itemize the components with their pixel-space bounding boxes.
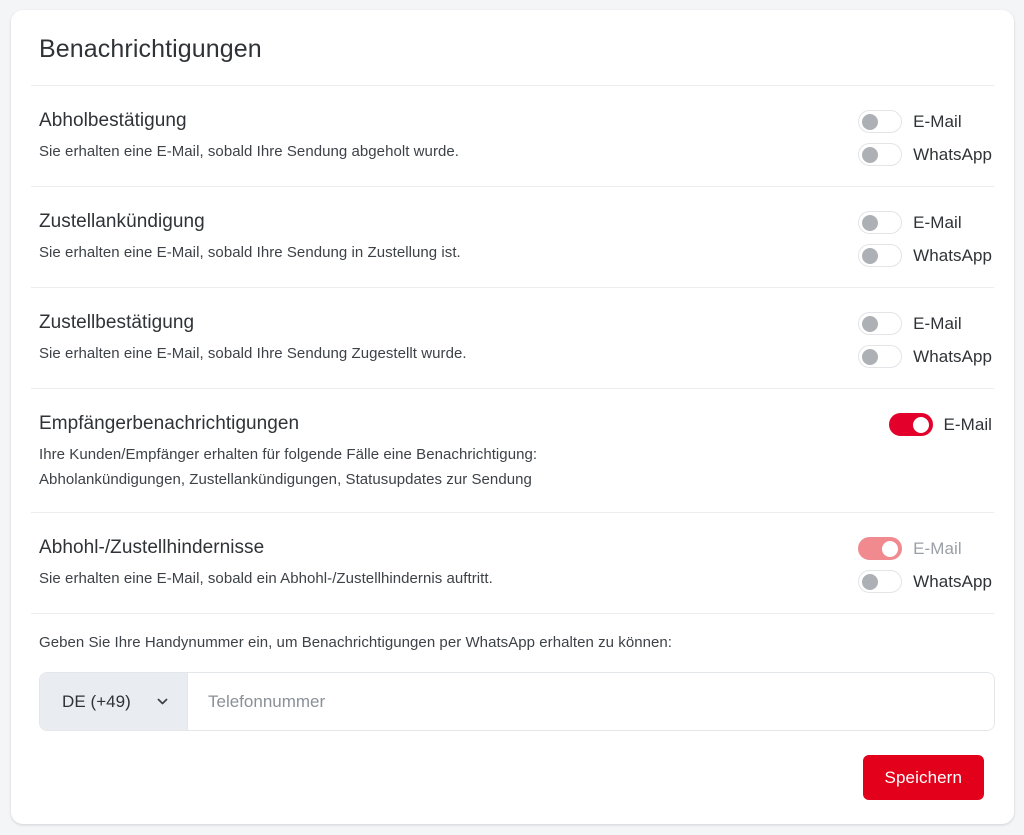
country-code-select[interactable]: DE (+49) — [40, 673, 188, 730]
notification-controls: E-Mail WhatsApp — [858, 309, 994, 368]
toggle-label-email: E-Mail — [913, 314, 962, 333]
toggle-label-whatsapp: WhatsApp — [913, 145, 992, 164]
notifications-card: Benachrichtigungen Abholbestätigung Sie … — [11, 10, 1014, 824]
card-footer: Speichern — [39, 731, 994, 800]
toggle-whatsapp[interactable] — [858, 244, 903, 267]
notification-description: Sie erhalten eine E-Mail, sobald ein Abh… — [39, 570, 493, 587]
notification-description-secondary: Abholankündigungen, Zustellankündigungen… — [39, 471, 532, 488]
toggle-whatsapp[interactable] — [858, 570, 903, 593]
notification-row-abholbestaetigung: Abholbestätigung Sie erhalten eine E-Mai… — [31, 86, 994, 186]
toggle-control-email: E-Mail — [858, 110, 962, 133]
toggle-label-whatsapp: WhatsApp — [913, 246, 992, 265]
toggle-control-email: E-Mail — [888, 413, 992, 436]
toggle-control-whatsapp: WhatsApp — [858, 244, 992, 267]
notification-description: Sie erhalten eine E-Mail, sobald Ihre Se… — [39, 244, 461, 261]
toggle-knob — [862, 247, 879, 264]
toggle-knob — [912, 416, 929, 433]
row-text-block: Zustellankündigung Sie erhalten eine E-M… — [39, 208, 461, 265]
notification-title: Zustellbestätigung — [39, 312, 195, 333]
toggle-label-email: E-Mail — [913, 539, 962, 558]
toggle-label-email: E-Mail — [913, 213, 962, 232]
toggle-label-email: E-Mail — [943, 415, 992, 434]
phone-field-group: DE (+49) — [39, 672, 995, 731]
row-text-block: Empfängerbenachrichtigungen Ihre Kunden/… — [39, 410, 537, 492]
notification-title: Abholbestätigung — [39, 110, 187, 131]
toggle-knob — [862, 315, 879, 332]
toggle-whatsapp[interactable] — [858, 143, 903, 166]
row-text-block: Abhohl-/Zustellhindernisse Sie erhalten … — [39, 534, 493, 591]
toggle-whatsapp[interactable] — [858, 345, 903, 368]
notification-title: Empfängerbenachrichtigungen — [39, 413, 300, 434]
toggle-knob — [862, 348, 879, 365]
notification-controls: E-Mail WhatsApp — [858, 107, 994, 166]
toggle-knob — [862, 146, 879, 163]
chevron-down-icon — [157, 698, 168, 705]
phone-number-input[interactable] — [188, 673, 994, 730]
row-text-block: Zustellbestätigung Sie erhalten eine E-M… — [39, 309, 467, 366]
toggle-control-whatsapp: WhatsApp — [858, 143, 992, 166]
notification-controls: E-Mail WhatsApp — [858, 208, 994, 267]
toggle-email[interactable] — [858, 211, 903, 234]
notification-row-abhohl-zustellhindernisse: Abhohl-/Zustellhindernisse Sie erhalten … — [31, 513, 994, 613]
toggle-knob — [862, 573, 879, 590]
phone-hint-text: Geben Sie Ihre Handynummer ein, um Benac… — [39, 634, 673, 651]
notification-description: Sie erhalten eine E-Mail, sobald Ihre Se… — [39, 143, 459, 160]
notification-description: Ihre Kunden/Empfänger erhalten für folge… — [39, 446, 538, 463]
toggle-label-email: E-Mail — [913, 112, 962, 131]
notification-description: Sie erhalten eine E-Mail, sobald Ihre Se… — [39, 345, 467, 362]
toggle-control-whatsapp: WhatsApp — [858, 570, 992, 593]
phone-section: Geben Sie Ihre Handynummer ein, um Benac… — [31, 614, 995, 800]
notification-title: Abhohl-/Zustellhindernisse — [39, 537, 265, 558]
notification-row-empfaengerbenachrichtigungen: Empfängerbenachrichtigungen Ihre Kunden/… — [31, 389, 994, 512]
row-text-block: Abholbestätigung Sie erhalten eine E-Mai… — [39, 107, 459, 164]
notification-row-zustellankuendigung: Zustellankündigung Sie erhalten eine E-M… — [31, 187, 994, 287]
country-code-value: DE (+49) — [62, 691, 131, 711]
card-content: Benachrichtigungen Abholbestätigung Sie … — [11, 10, 1014, 824]
toggle-label-whatsapp: WhatsApp — [913, 572, 992, 591]
toggle-email[interactable] — [858, 110, 903, 133]
save-button[interactable]: Speichern — [862, 755, 984, 800]
page-title: Benachrichtigungen — [39, 35, 262, 63]
toggle-control-email: E-Mail — [858, 537, 962, 560]
toggle-control-email: E-Mail — [858, 312, 962, 335]
toggle-email[interactable] — [858, 312, 903, 335]
notification-title: Zustellankündigung — [39, 211, 205, 232]
toggle-knob — [882, 540, 899, 557]
toggle-email[interactable] — [888, 413, 933, 436]
toggle-knob — [862, 113, 879, 130]
notification-controls: E-Mail WhatsApp — [858, 534, 994, 593]
toggle-control-email: E-Mail — [858, 211, 962, 234]
toggle-knob — [862, 214, 879, 231]
notification-controls: E-Mail — [888, 410, 994, 436]
notification-row-zustellbestaetigung: Zustellbestätigung Sie erhalten eine E-M… — [31, 288, 994, 388]
toggle-label-whatsapp: WhatsApp — [913, 347, 992, 366]
toggle-control-whatsapp: WhatsApp — [858, 345, 992, 368]
toggle-email[interactable] — [858, 537, 903, 560]
